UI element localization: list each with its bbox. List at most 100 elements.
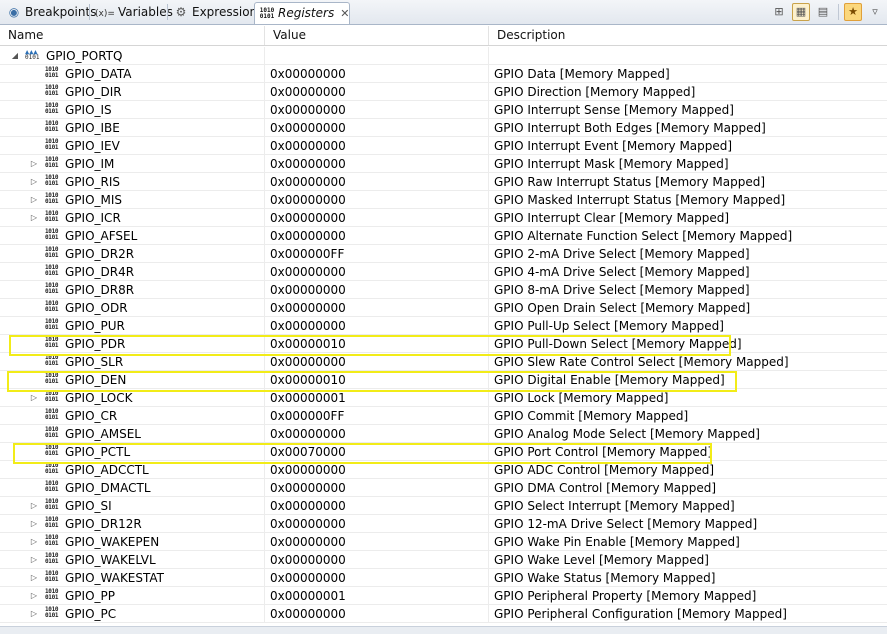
register-row[interactable]: ▷ 1010 0101 GPIO_PC 0x00000000 GPIO Periphera… [0,605,887,623]
register-row[interactable]: 1010 0101 GPIO_IS 0x00000000 GPIO Interrupt … [0,101,887,119]
register-row[interactable]: 1010 0101 GPIO_PDR 0x00000010 GPIO Pull-Down… [0,335,887,353]
register-value[interactable]: 0x00000000 [265,137,489,154]
collapse-all-icon[interactable]: ⊞ [770,3,788,21]
register-value[interactable]: 0x00000000 [265,479,489,496]
register-row[interactable]: 1010 0101 GPIO_DR8R 0x00000000 GPIO 8-mA Dri… [0,281,887,299]
register-value[interactable]: 0x00000010 [265,335,489,352]
register-row[interactable]: 1010 0101 GPIO_DEN 0x00000010 GPIO Digital E… [0,371,887,389]
collapsed-chevron-icon[interactable]: ▷ [29,587,39,604]
register-row[interactable]: 1010 0101 GPIO_ODR 0x00000000 GPIO Open Drai… [0,299,887,317]
register-value[interactable]: 0x000000FF [265,245,489,262]
register-row[interactable]: 1010 0101 GPIO_AFSEL 0x00000000 GPIO Alterna… [0,227,887,245]
register-value[interactable]: 0x00000010 [265,371,489,388]
register-row[interactable]: ▷ 1010 0101 GPIO_WAKESTAT 0x00000000 GPIO Wak… [0,569,887,587]
registers-icon: 1010 0101 [259,6,275,20]
register-row[interactable]: 1010 0101 GPIO_ADCCTL 0x00000000 GPIO ADC Co… [0,461,887,479]
register-value[interactable]: 0x00000000 [265,155,489,172]
register-group-row[interactable]: ◢ ▲▲▲ 0101 GPIO_PORTQ [0,47,887,65]
register-description: GPIO 12-mA Drive Select [Memory Mapped] [494,517,758,531]
register-value[interactable]: 0x00000001 [265,587,489,604]
register-value[interactable]: 0x00000000 [265,317,489,334]
pin-icon[interactable]: ★ [844,3,862,21]
tab-expressions[interactable]: ⚙ Expressions [169,2,264,24]
register-row[interactable]: 1010 0101 GPIO_DR2R 0x000000FF GPIO 2-mA Dri… [0,245,887,263]
register-value[interactable]: 0x00000000 [265,605,489,622]
column-header-value[interactable]: Value [265,26,489,45]
collapsed-chevron-icon[interactable]: ▷ [29,515,39,532]
register-value[interactable]: 0x00000000 [265,263,489,280]
register-value[interactable]: 0x00070000 [265,443,489,460]
register-row[interactable]: ▷ 1010 0101 GPIO_MIS 0x00000000 GPIO Masked I… [0,191,887,209]
register-description: GPIO Masked Interrupt Status [Memory Map… [494,193,786,207]
register-value[interactable]: 0x00000000 [265,515,489,532]
register-row[interactable]: 1010 0101 GPIO_DATA 0x00000000 GPIO Data [Me… [0,65,887,83]
register-value[interactable]: 0x00000000 [265,569,489,586]
collapsed-chevron-icon[interactable]: ▷ [29,569,39,586]
tab-registers[interactable]: 1010 0101 Registers ✕ [254,2,350,24]
register-value[interactable]: 0x00000000 [265,353,489,370]
show-type-names-icon[interactable]: ▦ [792,3,810,21]
register-value[interactable]: 0x00000000 [265,533,489,550]
collapsed-chevron-icon[interactable]: ▷ [29,533,39,550]
register-value[interactable]: 0x00000000 [265,191,489,208]
register-icon: 1010 0101 [45,156,59,169]
collapsed-chevron-icon[interactable]: ▷ [29,605,39,622]
register-row[interactable]: ▷ 1010 0101 GPIO_LOCK 0x00000001 GPIO Lock [M… [0,389,887,407]
register-row[interactable]: 1010 0101 GPIO_DR4R 0x00000000 GPIO 4-mA Dri… [0,263,887,281]
register-row[interactable]: ▷ 1010 0101 GPIO_IM 0x00000000 GPIO Interrupt… [0,155,887,173]
collapsed-chevron-icon[interactable]: ▷ [29,173,39,190]
layout-icon[interactable]: ▤ [814,3,832,21]
register-description: GPIO Interrupt Mask [Memory Mapped] [494,157,729,171]
register-value[interactable]: 0x00000000 [265,101,489,118]
column-header-description[interactable]: Description [489,26,887,45]
tab-label: Breakpoints [25,5,97,19]
register-value[interactable]: 0x00000000 [265,83,489,100]
register-row[interactable]: 1010 0101 GPIO_IBE 0x00000000 GPIO Interrupt… [0,119,887,137]
collapsed-chevron-icon[interactable]: ▷ [29,551,39,568]
collapsed-chevron-icon[interactable]: ▷ [29,497,39,514]
register-row[interactable]: 1010 0101 GPIO_DIR 0x00000000 GPIO Direction… [0,83,887,101]
register-row[interactable]: 1010 0101 GPIO_AMSEL 0x00000000 GPIO Analog … [0,425,887,443]
register-value[interactable]: 0x000000FF [265,407,489,424]
register-description: GPIO Direction [Memory Mapped] [494,85,696,99]
register-row[interactable]: 1010 0101 GPIO_IEV 0x00000000 GPIO Interrupt… [0,137,887,155]
register-row[interactable]: 1010 0101 GPIO_CR 0x000000FF GPIO Commit [Me… [0,407,887,425]
close-icon[interactable]: ✕ [340,7,349,20]
register-row[interactable]: 1010 0101 GPIO_PCTL 0x00070000 GPIO Port Con… [0,443,887,461]
collapsed-chevron-icon[interactable]: ▷ [29,155,39,172]
collapsed-chevron-icon[interactable]: ▷ [29,209,39,226]
collapsed-chevron-icon[interactable]: ▷ [29,191,39,208]
register-value[interactable]: 0x00000000 [265,119,489,136]
register-value[interactable]: 0x00000001 [265,389,489,406]
register-description: GPIO 8-mA Drive Select [Memory Mapped] [494,283,750,297]
register-row[interactable]: 1010 0101 GPIO_PUR 0x00000000 GPIO Pull-Up S… [0,317,887,335]
register-value[interactable]: 0x00000000 [265,227,489,244]
register-value[interactable]: 0x00000000 [265,65,489,82]
tab-variables[interactable]: (x)= Variables [91,2,173,24]
view-menu-icon[interactable]: ▿ [866,3,884,21]
register-row[interactable]: ▷ 1010 0101 GPIO_WAKEPEN 0x00000000 GPIO Wake… [0,533,887,551]
register-row[interactable]: ▷ 1010 0101 GPIO_WAKELVL 0x00000000 GPIO Wake… [0,551,887,569]
register-row[interactable]: ▷ 1010 0101 GPIO_PP 0x00000001 GPIO Periphera… [0,587,887,605]
register-row[interactable]: ▷ 1010 0101 GPIO_DR12R 0x00000000 GPIO 12-mA … [0,515,887,533]
tab-breakpoints[interactable]: ◉ Breakpoints [2,2,97,24]
register-value[interactable]: 0x00000000 [265,461,489,478]
register-row[interactable]: ▷ 1010 0101 GPIO_RIS 0x00000000 GPIO Raw Inte… [0,173,887,191]
register-row[interactable]: ▷ 1010 0101 GPIO_SI 0x00000000 GPIO Select In… [0,497,887,515]
register-description: GPIO Wake Status [Memory Mapped] [494,571,716,585]
register-value[interactable]: 0x00000000 [265,497,489,514]
expanded-chevron-icon[interactable]: ◢ [10,47,20,64]
register-row[interactable]: ▷ 1010 0101 GPIO_ICR 0x00000000 GPIO Interrup… [0,209,887,227]
value-cell [265,47,489,64]
register-value[interactable]: 0x00000000 [265,551,489,568]
tab-label: Expressions [192,5,264,19]
collapsed-chevron-icon[interactable]: ▷ [29,389,39,406]
register-value[interactable]: 0x00000000 [265,173,489,190]
register-value[interactable]: 0x00000000 [265,299,489,316]
register-value[interactable]: 0x00000000 [265,281,489,298]
column-header-name[interactable]: Name [0,26,265,45]
register-value[interactable]: 0x00000000 [265,425,489,442]
register-row[interactable]: 1010 0101 GPIO_DMACTL 0x00000000 GPIO DMA Co… [0,479,887,497]
register-row[interactable]: 1010 0101 GPIO_SLR 0x00000000 GPIO Slew Rate… [0,353,887,371]
register-value[interactable]: 0x00000000 [265,209,489,226]
